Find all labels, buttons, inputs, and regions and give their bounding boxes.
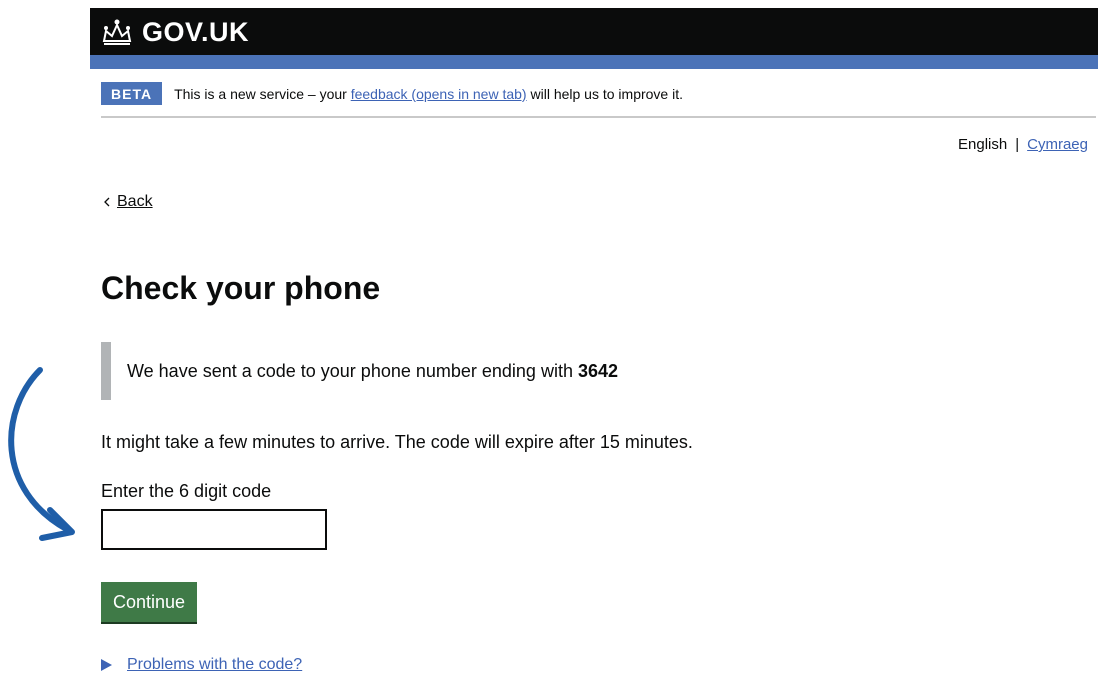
back-link[interactable]: Back (101, 193, 153, 211)
triangle-right-icon (101, 659, 112, 671)
problems-with-code-toggle[interactable]: Problems with the code? (101, 656, 302, 674)
language-current: English (958, 136, 1008, 153)
inset-message: We have sent a code to your phone number… (127, 360, 573, 381)
back-link-label: Back (117, 193, 153, 210)
banner-text-after: will help us to improve it. (530, 85, 683, 102)
banner-text-before: This is a new service – your (174, 85, 347, 102)
phone-suffix: 3642 (577, 360, 619, 381)
language-link-cymraeg[interactable]: Cymraeg (1027, 136, 1088, 153)
curved-arrow-icon (8, 367, 75, 541)
language-toggle: English | Cymraeg (958, 136, 1088, 153)
page-title: Check your phone (101, 270, 381, 306)
logo-text: GOV.UK (142, 16, 250, 47)
site-header: GOV.UK (90, 8, 1098, 55)
phase-banner: BETA This is a new service – your feedba… (101, 80, 1096, 118)
code-label: Enter the 6 digit code (101, 481, 272, 501)
expiry-hint: It might take a few minutes to arrive. T… (101, 432, 693, 452)
code-input[interactable] (101, 509, 327, 550)
beta-tag: BETA (101, 82, 163, 105)
inset-text: We have sent a code to your phone number… (101, 342, 618, 400)
govuk-logo-link[interactable]: GOV.UK (100, 15, 249, 49)
problems-link-label: Problems with the code? (127, 656, 303, 673)
phase-banner-text: This is a new service – your feedback (o… (174, 86, 683, 102)
language-separator: | (1015, 136, 1020, 153)
header-stripe (90, 55, 1098, 69)
feedback-link[interactable]: feedback (opens in new tab) (351, 86, 527, 102)
crown-icon (102, 19, 132, 45)
continue-button[interactable]: Continue (101, 582, 198, 622)
chevron-left-icon (104, 197, 110, 207)
